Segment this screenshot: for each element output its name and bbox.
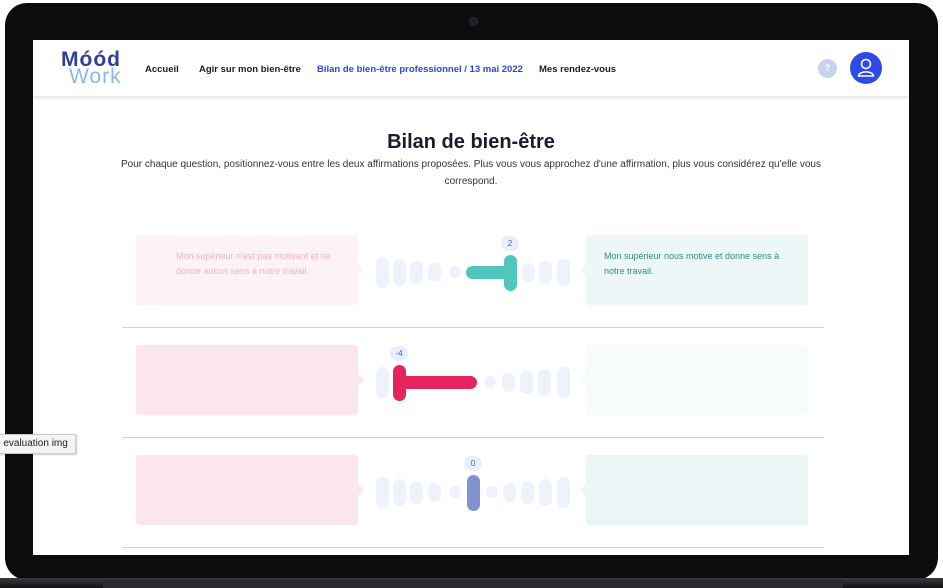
right-statement[interactable] xyxy=(580,455,808,525)
rating-slider[interactable]: 2 xyxy=(372,236,578,298)
slider-value-badge: 0 xyxy=(464,456,482,471)
left-statement[interactable] xyxy=(136,345,364,415)
right-statement[interactable]: Mon supérieur nous motive et donne sens … xyxy=(580,235,808,305)
app-screen: Móód Work Accueil Agir sur mon bien-être… xyxy=(33,40,909,555)
rating-slider[interactable]: 0 xyxy=(372,456,578,518)
camera-icon xyxy=(469,17,478,26)
slider-step[interactable] xyxy=(449,486,461,498)
slider-step[interactable] xyxy=(522,263,535,282)
moodwork-logo[interactable]: Móód Work xyxy=(61,49,131,89)
slider-step[interactable] xyxy=(557,477,570,508)
slider-step[interactable] xyxy=(539,261,552,284)
rating-slider[interactable]: -4 xyxy=(372,346,578,408)
slider-handle[interactable] xyxy=(467,475,480,511)
slider-step[interactable] xyxy=(557,367,570,398)
slider-step[interactable] xyxy=(503,483,516,502)
slider-step[interactable] xyxy=(376,257,389,288)
slider-step[interactable] xyxy=(376,367,389,398)
slider-track-fill xyxy=(393,376,477,389)
top-navigation: Móód Work Accueil Agir sur mon bien-être… xyxy=(33,40,909,96)
question-row-2: -4 xyxy=(122,328,824,438)
question-row-3: 0 xyxy=(122,438,824,548)
slider-step[interactable] xyxy=(410,261,423,284)
slider-step[interactable] xyxy=(557,259,570,286)
user-avatar-button[interactable] xyxy=(850,52,882,84)
logo-text-bottom: Work xyxy=(69,65,122,88)
help-icon[interactable]: ? xyxy=(818,59,837,78)
slider-step[interactable] xyxy=(428,263,441,282)
nav-link-bilan[interactable]: Bilan de bien-être professionnel / 13 ma… xyxy=(317,64,523,75)
slider-step[interactable] xyxy=(486,486,498,498)
slider-step[interactable] xyxy=(520,371,533,394)
nav-link-accueil[interactable]: Accueil xyxy=(145,64,179,75)
slider-step[interactable] xyxy=(502,373,515,392)
slider-step[interactable] xyxy=(521,481,534,504)
slider-handle[interactable] xyxy=(504,255,517,291)
slider-step[interactable] xyxy=(393,479,406,506)
page-description: Pour chaque question, positionnez-vous e… xyxy=(121,159,821,187)
slider-value-badge: -4 xyxy=(390,346,408,361)
slider-step[interactable] xyxy=(538,369,551,396)
right-statement[interactable] xyxy=(580,345,808,415)
slider-step[interactable] xyxy=(393,259,406,286)
image-alt-tooltip: o evaluation img xyxy=(0,434,76,454)
nav-link-rendez-vous[interactable]: Mes rendez-vous xyxy=(539,64,616,75)
slider-step[interactable] xyxy=(428,483,441,502)
laptop-base-edge xyxy=(103,580,843,588)
slider-value-badge: 2 xyxy=(501,236,519,251)
nav-link-agir[interactable]: Agir sur mon bien-être xyxy=(199,64,301,75)
slider-step[interactable] xyxy=(376,477,389,508)
slider-step[interactable] xyxy=(539,479,552,506)
left-statement[interactable]: Mon supérieur n'est pas motivant et ne d… xyxy=(136,235,364,305)
slider-step[interactable] xyxy=(410,481,423,504)
page-title: Bilan de bien-être xyxy=(387,131,555,153)
slider-step[interactable] xyxy=(484,376,496,388)
user-icon xyxy=(857,58,875,77)
left-statement[interactable] xyxy=(136,455,364,525)
question-row-1: Mon supérieur n'est pas motivant et ne d… xyxy=(122,218,824,328)
slider-step[interactable] xyxy=(449,266,461,278)
